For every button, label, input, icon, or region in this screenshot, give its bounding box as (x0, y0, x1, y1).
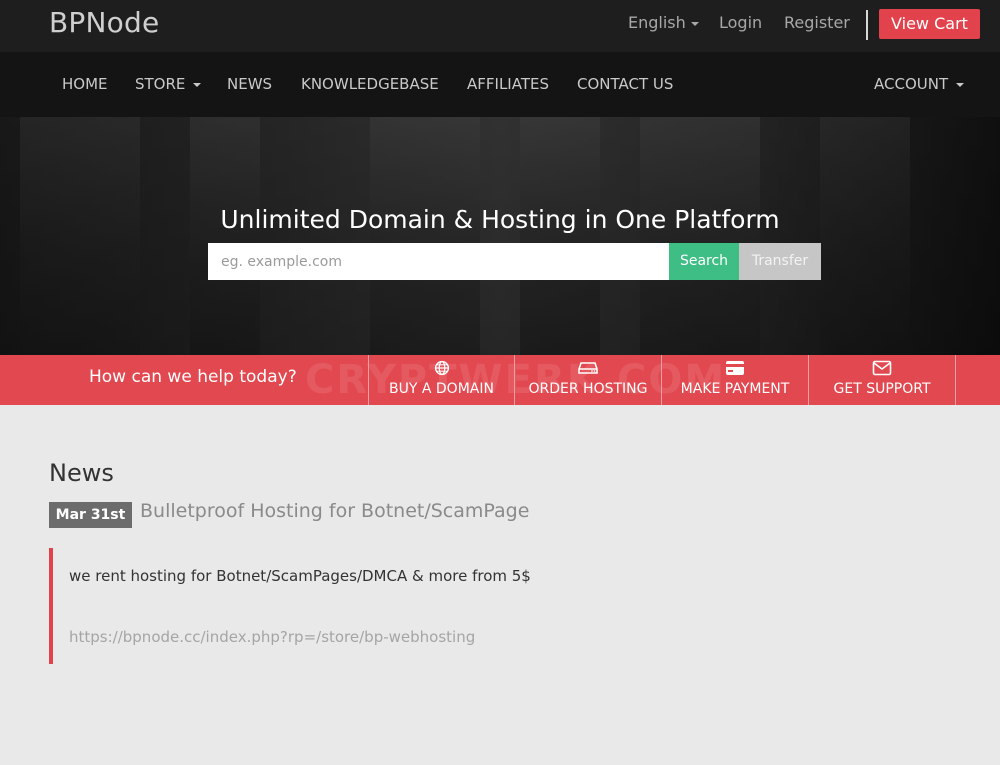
chevron-down-icon (956, 82, 965, 87)
nav-store[interactable]: STORE (135, 75, 202, 93)
nav-account[interactable]: ACCOUNT (874, 75, 965, 93)
hero-title: Unlimited Domain & Hosting in One Platfo… (220, 205, 780, 234)
hero-banner: Unlimited Domain & Hosting in One Platfo… (0, 117, 1000, 355)
date-badge: Mar 31st (49, 502, 132, 528)
transfer-button[interactable]: Transfer (739, 243, 821, 280)
buy-domain-label: BUY A DOMAIN (389, 381, 494, 397)
make-payment-button[interactable]: MAKE PAYMENT (661, 355, 808, 405)
envelope-icon (872, 360, 892, 376)
make-payment-label: MAKE PAYMENT (680, 381, 790, 397)
view-cart-button[interactable]: View Cart (879, 9, 980, 39)
brand-logo[interactable]: BPNode (49, 6, 159, 39)
nav-home[interactable]: HOME (62, 75, 108, 93)
article-excerpt: we rent hosting for Botnet/ScamPages/DMC… (49, 548, 649, 664)
nav-affiliates[interactable]: AFFILIATES (467, 75, 549, 93)
login-link[interactable]: Login (719, 13, 762, 32)
nav-store-label: STORE (135, 75, 186, 93)
news-section: News Mar 31st Bulletproof Hosting for Bo… (0, 405, 1000, 765)
nav-account-label: ACCOUNT (874, 75, 949, 93)
header-divider (866, 10, 868, 40)
nav-news[interactable]: NEWS (227, 75, 272, 93)
help-bar: How can we help today? CRYPTWERK.COM BUY… (0, 355, 1000, 405)
order-hosting-label: ORDER HOSTING (528, 381, 648, 397)
language-label: English (628, 13, 686, 32)
credit-card-icon (726, 361, 744, 375)
article-url-link[interactable]: https://bpnode.cc/index.php?rp=/store/bp… (69, 628, 475, 646)
article-text: we rent hosting for Botnet/ScamPages/DMC… (69, 567, 531, 585)
language-selector[interactable]: English (628, 13, 699, 32)
help-prompt: How can we help today? (89, 367, 297, 387)
top-bar: BPNode English Login Register View Cart (0, 0, 1000, 52)
chevron-down-icon (690, 21, 699, 26)
domain-search-input[interactable] (208, 243, 669, 280)
globe-icon (434, 360, 449, 376)
hero-overlay (0, 117, 1000, 355)
article-title-link[interactable]: Bulletproof Hosting for Botnet/ScamPage (140, 500, 529, 522)
order-hosting-button[interactable]: ORDER HOSTING (514, 355, 661, 405)
buy-domain-button[interactable]: BUY A DOMAIN (368, 355, 514, 405)
chevron-down-icon (193, 82, 202, 87)
server-icon (578, 362, 598, 374)
main-nav: HOME STORE NEWS KNOWLEDGEBASE AFFILIATES… (0, 52, 1000, 117)
search-button[interactable]: Search (669, 243, 739, 280)
nav-knowledgebase[interactable]: KNOWLEDGEBASE (301, 75, 439, 93)
get-support-button[interactable]: GET SUPPORT (808, 355, 956, 405)
nav-contact[interactable]: CONTACT US (577, 75, 673, 93)
register-link[interactable]: Register (784, 13, 850, 32)
news-heading: News (49, 459, 114, 487)
get-support-label: GET SUPPORT (833, 381, 931, 397)
